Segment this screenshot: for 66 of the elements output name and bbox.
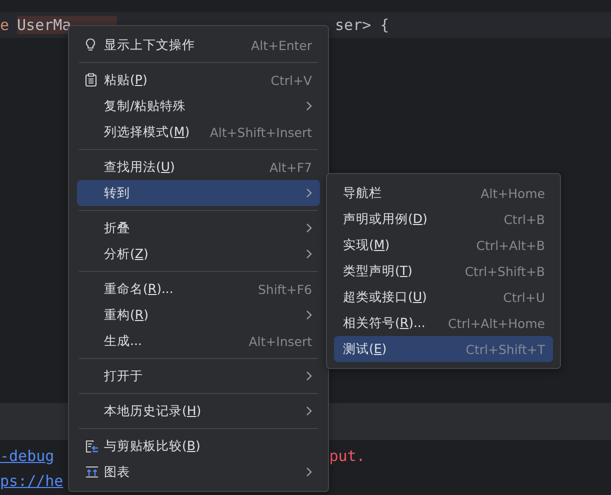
menu-item-label: 列选择模式(M): [104, 124, 190, 140]
shortcut-text: Alt+Insert: [248, 334, 312, 348]
menu-item[interactable]: 分析(Z): [77, 241, 320, 267]
menu-item[interactable]: 折叠: [77, 215, 320, 241]
shortcut-text: Ctrl+U: [503, 290, 545, 304]
code-text: ser> {: [335, 16, 390, 34]
shortcut-text: Ctrl+Alt+B: [476, 238, 545, 252]
shortcut-text: Ctrl+Shift+B: [464, 264, 545, 278]
shortcut-text: Ctrl+Shift+T: [466, 342, 545, 356]
menu-item-label: 转到: [104, 184, 130, 202]
clipboard-compare-icon: [85, 439, 99, 453]
menu-item-label: 重命名(R)...: [104, 280, 174, 298]
menu-item[interactable]: 查找用法(U) Alt+F7: [77, 154, 320, 180]
menu-item[interactable]: 打开于: [77, 363, 320, 389]
shortcut-text: Alt+Shift+Insert: [210, 124, 312, 140]
menu-item-label: 导航栏: [343, 184, 382, 202]
menu-item-label: 类型声明(T): [343, 262, 412, 280]
menu-item-label: 折叠: [104, 220, 130, 236]
menu-item-label: 与剪贴板比较(B): [104, 438, 200, 454]
menu-item[interactable]: 测试(E) Ctrl+Shift+T: [334, 336, 553, 362]
diagram-icon: [85, 466, 99, 478]
menu-item-label: 重构(R): [104, 306, 148, 324]
menu-item-label: 查找用法(U): [104, 158, 175, 176]
menu-item[interactable]: 粘贴(P) Ctrl+V: [77, 67, 320, 93]
console-link[interactable]: -debug: [0, 446, 54, 464]
menu-item-label: 超类或接口(U): [343, 288, 427, 306]
shortcut-text: Ctrl+Alt+Home: [448, 316, 545, 330]
clipboard-icon: [85, 73, 97, 87]
menu-item-label: 生成...: [104, 332, 142, 350]
shortcut-text: Ctrl+B: [504, 212, 545, 226]
menu-item-label: 声明或用例(D): [343, 210, 428, 228]
menu-item[interactable]: 本地历史记录(H): [77, 398, 320, 424]
menu-item[interactable]: 声明或用例(D) Ctrl+B: [334, 206, 553, 232]
menu-item[interactable]: 重构(R): [77, 302, 320, 328]
menu-item[interactable]: 重命名(R)... Shift+F6: [77, 276, 320, 302]
menu-item[interactable]: 超类或接口(U) Ctrl+U: [334, 284, 553, 310]
menu-item[interactable]: 导航栏 Alt+Home: [334, 180, 553, 206]
menu-item-label: 测试(E): [343, 340, 387, 358]
menu-item-label: 相关符号(R)...: [343, 314, 426, 332]
shortcut-text: Ctrl+V: [270, 72, 312, 88]
menu-item-label: 粘贴(P): [104, 72, 148, 88]
menu-item-label: 实现(M): [343, 236, 390, 254]
menu-item[interactable]: 转到: [77, 180, 320, 206]
menu-item-label: 显示上下文操作: [104, 36, 195, 54]
menu-item[interactable]: 图表: [77, 459, 320, 485]
menu-item-label: 图表: [104, 464, 130, 480]
menu-item[interactable]: 生成... Alt+Insert: [77, 328, 320, 354]
console-link[interactable]: ps://he: [0, 472, 64, 490]
code-text: e: [0, 16, 10, 34]
menu-item-label: 复制/粘贴特殊: [104, 98, 186, 114]
shortcut-text: Alt+F7: [269, 160, 312, 174]
shortcut-text: Alt+Home: [480, 186, 545, 200]
menu-item-label: 本地历史记录(H): [104, 402, 202, 420]
lightbulb-icon: [85, 38, 96, 52]
menu-item[interactable]: 显示上下文操作 Alt+Enter: [77, 32, 320, 58]
menu-item[interactable]: 实现(M) Ctrl+Alt+B: [334, 232, 553, 258]
shortcut-text: Shift+F6: [258, 282, 312, 296]
menu-item-label: 打开于: [104, 368, 143, 384]
shortcut-text: Alt+Enter: [251, 38, 312, 52]
menu-item[interactable]: 与剪贴板比较(B): [77, 433, 320, 459]
menu-item[interactable]: 复制/粘贴特殊: [77, 93, 320, 119]
menu-item[interactable]: 类型声明(T) Ctrl+Shift+B: [334, 258, 553, 284]
menu-item[interactable]: 列选择模式(M) Alt+Shift+Insert: [77, 119, 320, 145]
menu-item[interactable]: 相关符号(R)... Ctrl+Alt+Home: [334, 310, 553, 336]
menu-item-label: 分析(Z): [104, 246, 148, 262]
error-text: put.: [329, 446, 366, 464]
